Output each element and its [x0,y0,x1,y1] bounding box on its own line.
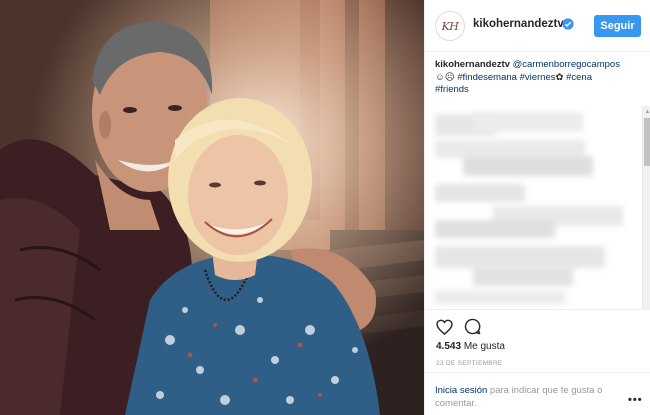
post-side-panel: KH kikohernandeztv Seguir kikohernandezt… [424,0,650,415]
likes-number: 4.543 [436,341,462,352]
follow-button[interactable]: Seguir [594,15,641,37]
caption-flower-symbol: ✿ [555,71,564,83]
comments-area: kikohernandeztv @carmenborregocampos ☺︎☹… [425,53,650,309]
caption-emoji: ☺︎☹︎ [435,71,455,83]
login-prompt-bar: Inicia sesión para indicar que te gusta … [425,372,650,415]
more-options-icon[interactable]: ••• [628,394,643,406]
post-date: 23 DE SEPTIEMBRE [436,360,503,367]
post-actions: 4.543 Me gusta 23 DE SEPTIEMBRE Inicia s… [425,309,650,415]
caption-mention[interactable]: @carmenborregocampos [513,59,620,70]
header-username[interactable]: kikohernandeztv [473,18,564,30]
post-header: KH kikohernandeztv Seguir [425,0,650,52]
hashtag-friends[interactable]: #friends [435,84,469,95]
comment-bubble-icon[interactable] [464,318,481,335]
post-caption: kikohernandeztv @carmenborregocampos ☺︎☹… [435,59,635,97]
caption-username[interactable]: kikohernandeztv [435,59,510,70]
comments-scrollbar[interactable]: ▲ ▼ [642,106,650,309]
scroll-up-arrow-icon[interactable]: ▲ [644,108,650,116]
verified-badge-icon [562,18,574,30]
hashtag-viernes[interactable]: #viernes [520,72,556,83]
login-prompt: Inicia sesión para indicar que te gusta … [435,384,635,410]
likes-label: Me gusta [463,341,505,352]
post-photo[interactable] [0,0,424,415]
heart-icon[interactable] [436,319,453,335]
hashtag-findesemana[interactable]: #findesemana [457,72,517,83]
blurred-comments [433,110,631,308]
likes-count[interactable]: 4.543 Me gusta [436,341,505,352]
hashtag-cena[interactable]: #cena [566,72,592,83]
photo-illustration [0,0,424,415]
login-link[interactable]: Inicia sesión [435,385,487,396]
avatar[interactable]: KH [435,11,465,41]
scroll-thumb[interactable] [644,118,650,166]
